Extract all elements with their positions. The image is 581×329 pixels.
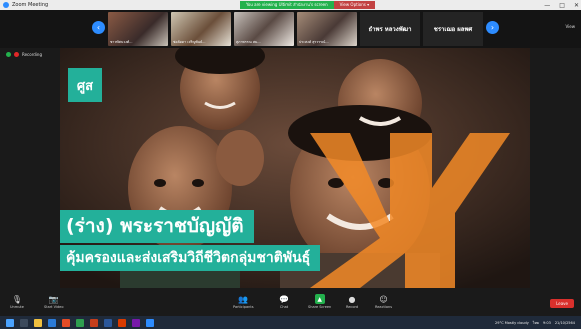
participant-name: ช่อลัดดา เจริญพันธ์... xyxy=(173,40,206,44)
shared-screen: ศูส (ร่าง) พระราชบัญญัติ คุ้มครองและส่งเ… xyxy=(60,48,530,288)
unmute-button[interactable]: 🎙 Unmute xyxy=(10,294,24,310)
participants-button[interactable]: 👥 Participants xyxy=(233,294,254,310)
leave-button[interactable]: Leave xyxy=(550,299,574,308)
edge-icon[interactable] xyxy=(48,318,56,327)
zoom-window: Zoom Meeting You are viewing Ultimit สำน… xyxy=(0,0,581,329)
next-page-icon[interactable]: › xyxy=(486,21,499,34)
start-icon[interactable] xyxy=(6,318,14,327)
chat-button[interactable]: 💬 Chat xyxy=(279,294,289,310)
maximize-icon[interactable]: □ xyxy=(559,2,565,9)
chat-label: Chat xyxy=(279,305,289,309)
word-icon[interactable] xyxy=(104,318,112,327)
search-icon[interactable] xyxy=(20,318,28,327)
reactions-label: Reactions xyxy=(375,305,393,309)
participants-icon: 👥 xyxy=(238,294,249,304)
system-tray: 29°C Mostly cloudy ไทย 9:03 21/10/2564 xyxy=(495,316,575,329)
recording-icon xyxy=(14,52,19,57)
app-icon[interactable] xyxy=(118,318,126,327)
view-options-button[interactable]: View Options ▾ xyxy=(333,1,376,9)
clock-date[interactable]: 21/10/2564 xyxy=(555,321,575,325)
chrome-icon[interactable] xyxy=(62,318,70,327)
previous-page-icon[interactable]: ‹ xyxy=(92,21,105,34)
window-title: Zoom Meeting xyxy=(12,2,49,8)
slide-subtitle: คุ้มครองและส่งเสริมวิถีชีวิตกลุ่มชาติพัน… xyxy=(60,245,321,271)
participant-name: สุภาพรรณ สม... xyxy=(236,40,261,44)
powerpoint-icon[interactable] xyxy=(90,318,98,327)
excel-icon[interactable] xyxy=(76,318,84,327)
language-indicator[interactable]: ไทย xyxy=(533,320,539,326)
reactions-icon: ☺ xyxy=(379,294,388,304)
slide-title: (ร่าง) พระราชบัญญัติ xyxy=(60,210,254,243)
zoom-taskbar-icon[interactable] xyxy=(146,318,154,327)
participant-tile[interactable]: ช่อลัดดา เจริญพันธ์... xyxy=(171,12,231,46)
record-label: Record xyxy=(346,305,359,309)
participant-tile[interactable]: ประสงค์ สุรวรรณ์... xyxy=(297,12,357,46)
view-button[interactable]: View xyxy=(566,24,576,29)
video-off-icon: 📷 xyxy=(48,294,59,304)
os-taskbar: 29°C Mostly cloudy ไทย 9:03 21/10/2564 xyxy=(0,316,581,329)
participant-tile-name-only[interactable]: ชราเฌอ ผลพศ xyxy=(423,12,483,46)
slide-logo: ศูส xyxy=(68,68,102,102)
chat-icon: 💬 xyxy=(279,294,289,304)
unmute-label: Unmute xyxy=(10,305,24,309)
share-screen-label: Share Screen xyxy=(308,305,332,309)
status-indicators: Recording xyxy=(6,52,42,57)
participant-tile-name-only[interactable]: ธำพร หลวงพัฒา xyxy=(360,12,420,46)
close-icon[interactable]: ✕ xyxy=(574,2,579,9)
record-button[interactable]: ● Record xyxy=(346,294,359,310)
zoom-logo-icon xyxy=(3,2,9,8)
share-screen-button[interactable]: ▲ Share Screen xyxy=(308,294,331,309)
meeting-toolbar: 🎙 Unmute 📷 Start Video 👥 Participants 💬 … xyxy=(0,291,581,316)
start-video-label: Start Video xyxy=(44,305,64,309)
start-video-button[interactable]: 📷 Start Video xyxy=(44,294,64,310)
app-icon[interactable] xyxy=(132,318,140,327)
weather-label[interactable]: 29°C Mostly cloudy xyxy=(495,321,529,325)
share-message: You are viewing Ultimit สำนักงาน's scree… xyxy=(240,1,334,9)
participants-label: Participants xyxy=(233,305,254,309)
minimize-icon[interactable]: — xyxy=(544,2,550,9)
security-icon[interactable] xyxy=(6,52,11,57)
reactions-button[interactable]: ☺ Reactions xyxy=(375,294,393,310)
participant-name: ธำพร หลวงพัฒา xyxy=(368,26,412,33)
participant-name: ชาวทัศนวงศ์... xyxy=(110,40,133,44)
participant-tile[interactable]: ชาวทัศนวงศ์... xyxy=(108,12,168,46)
recording-label: Recording xyxy=(22,52,43,57)
window-controls: — □ ✕ xyxy=(544,0,579,10)
participant-name: ประสงค์ สุรวรรณ์... xyxy=(299,40,329,44)
title-bar: Zoom Meeting You are viewing Ultimit สำน… xyxy=(0,0,581,10)
screen-share-banner: You are viewing Ultimit สำนักงาน's scree… xyxy=(240,1,376,9)
participant-name: ชราเฌอ ผลพศ xyxy=(433,26,473,33)
clock-time[interactable]: 9:03 xyxy=(543,321,551,325)
microphone-muted-icon: 🎙 xyxy=(11,294,23,304)
share-screen-icon: ▲ xyxy=(314,294,325,304)
participant-strip: ‹ ชาวทัศนวงศ์... ช่อลัดดา เจริญพันธ์... … xyxy=(0,10,581,48)
participant-tile[interactable]: สุภาพรรณ สม... xyxy=(234,12,294,46)
file-explorer-icon[interactable] xyxy=(34,318,42,327)
record-icon: ● xyxy=(348,294,356,304)
